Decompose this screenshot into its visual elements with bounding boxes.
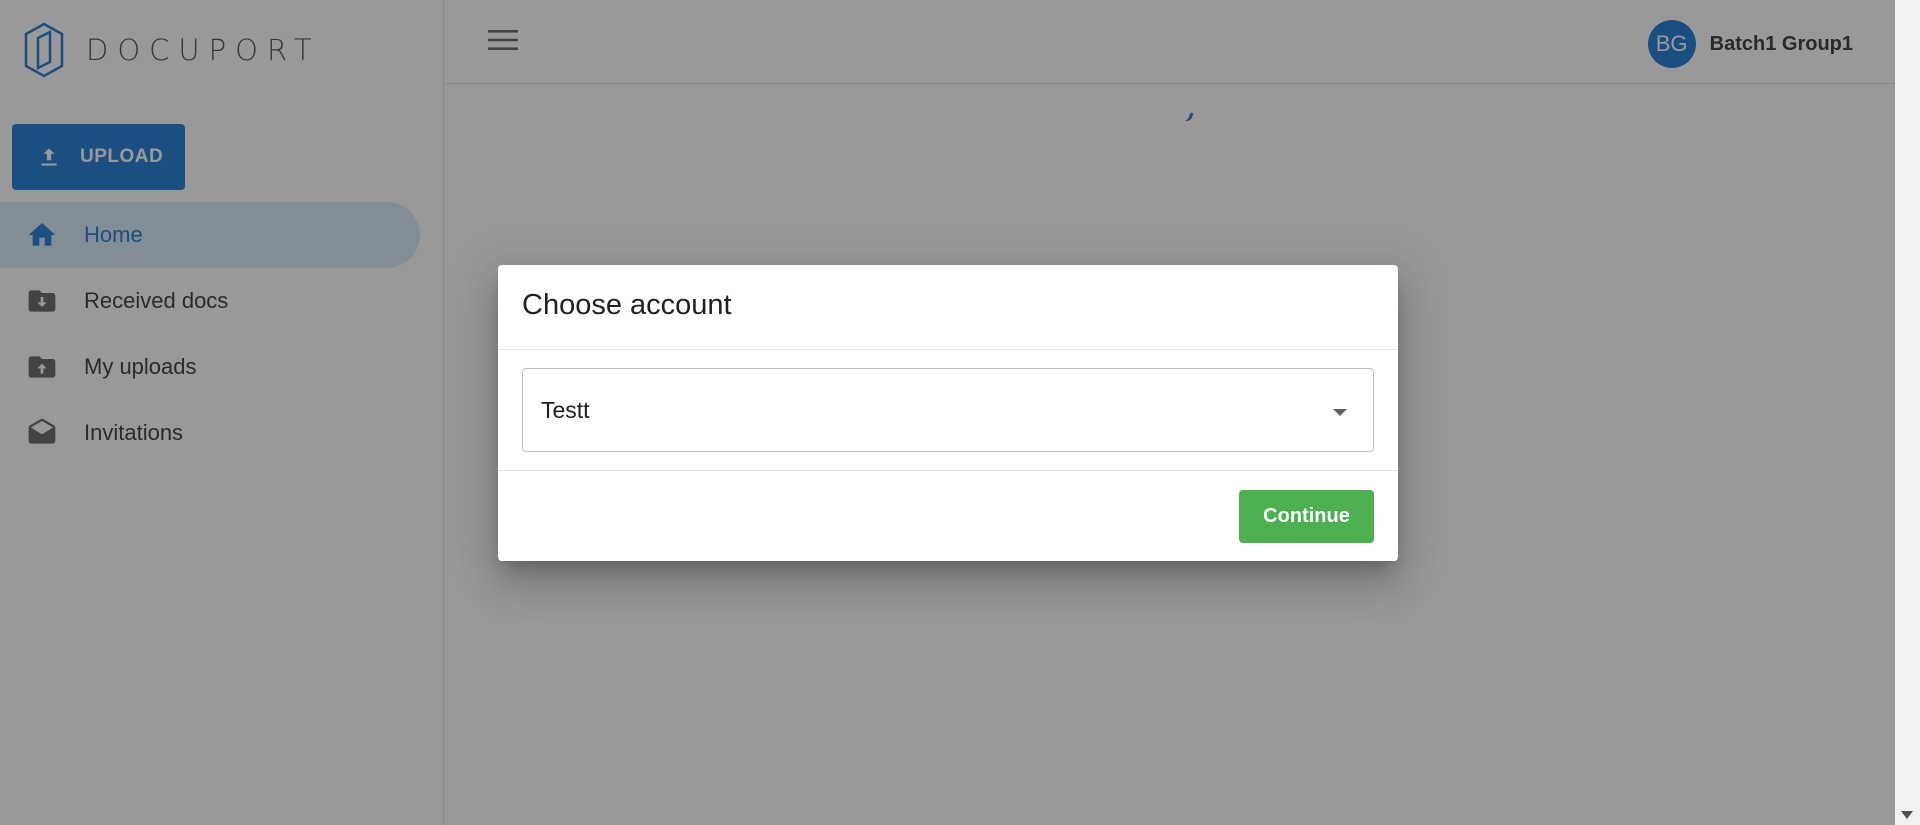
choose-account-dialog: Choose account Testt Continue bbox=[498, 265, 1398, 561]
account-select[interactable]: Testt bbox=[522, 368, 1374, 452]
dialog-body: Testt bbox=[498, 350, 1398, 471]
scroll-down-arrow-icon[interactable] bbox=[1901, 811, 1913, 819]
dialog-actions: Continue bbox=[498, 471, 1398, 561]
account-select-value: Testt bbox=[541, 396, 590, 423]
dialog-title: Choose account bbox=[498, 265, 1398, 350]
continue-button[interactable]: Continue bbox=[1239, 490, 1374, 543]
dropdown-caret-icon bbox=[1333, 409, 1347, 416]
page-scrollbar[interactable] bbox=[1895, 0, 1920, 825]
